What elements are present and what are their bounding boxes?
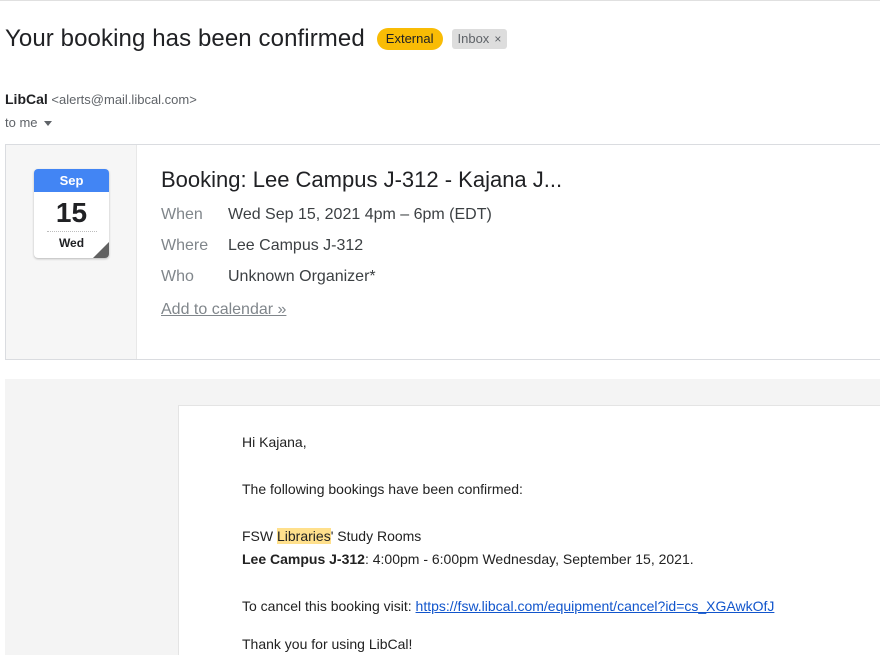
intro-text: The following bookings have been confirm…	[242, 481, 523, 497]
recipient-label: to me	[5, 115, 38, 130]
invite-details: Booking: Lee Campus J-312 - Kajana J... …	[161, 167, 562, 319]
calendar-month: Sep	[34, 169, 109, 192]
room-name: Lee Campus J-312	[242, 551, 365, 567]
detail-value: Wed Sep 15, 2021 4pm – 6pm (EDT)	[228, 206, 492, 223]
calendar-icon: Sep 15 Wed	[34, 169, 109, 258]
page-fold-icon	[93, 242, 109, 258]
invite-title: Booking: Lee Campus J-312 - Kajana J...	[161, 167, 563, 192]
chevron-down-icon[interactable]	[43, 121, 52, 126]
booking-line: Lee Campus J-312: 4:00pm - 6:00pm Wednes…	[242, 548, 774, 571]
calendar-invite-card: Sep 15 Wed Booking: Lee Campus J-312 - K…	[5, 144, 880, 360]
inbox-label-text: Inbox	[457, 31, 490, 46]
detail-key: Where	[161, 237, 209, 254]
detail-value: Lee Campus J-312	[228, 237, 364, 254]
calendar-divider	[46, 231, 97, 232]
cancel-line: To cancel this booking visit: https://fs…	[242, 595, 774, 618]
email-subject: Your booking has been confirmed	[5, 25, 365, 52]
cancel-booking-link[interactable]: https://fsw.libcal.com/equipment/cancel?…	[416, 598, 775, 614]
org-suffix: ' Study Rooms	[330, 528, 422, 544]
sender-email: <alerts@mail.libcal.com>	[51, 92, 197, 107]
detail-key: Who	[161, 268, 194, 285]
email-body-container: Hi Kajana, The following bookings have b…	[5, 379, 880, 655]
detail-row-when: When Wed Sep 15, 2021 4pm – 6pm (EDT)	[161, 206, 562, 224]
detail-row-who: Who Unknown Organizer*	[161, 268, 562, 286]
org-prefix: FSW	[242, 528, 277, 544]
email-body-card: Hi Kajana, The following bookings have b…	[178, 405, 880, 655]
recipient-dropdown[interactable]: to me	[5, 115, 52, 130]
greeting: Hi Kajana,	[242, 434, 307, 450]
sender-name[interactable]: LibCal	[5, 91, 48, 107]
subject-row: Your booking has been confirmed External…	[5, 25, 508, 53]
invite-icon-panel: Sep 15 Wed	[6, 145, 137, 359]
detail-key: When	[161, 206, 203, 223]
closing-text: Thank you for using LibCal!	[242, 636, 413, 652]
email-body-text: Hi Kajana, The following bookings have b…	[242, 431, 774, 655]
external-badge: External	[376, 28, 443, 50]
cancel-prefix: To cancel this booking visit:	[242, 598, 416, 614]
detail-value: Unknown Organizer*	[228, 268, 376, 285]
organization-line: FSW Libraries' Study Rooms	[242, 525, 774, 548]
remove-label-icon[interactable]: ×	[494, 31, 501, 47]
calendar-day: 15	[55, 197, 88, 228]
add-to-calendar-link[interactable]: Add to calendar »	[161, 301, 286, 319]
org-highlight: Libraries	[277, 528, 331, 544]
detail-row-where: Where Lee Campus J-312	[161, 237, 562, 255]
inbox-label[interactable]: Inbox ×	[451, 29, 508, 49]
booking-time: : 4:00pm - 6:00pm Wednesday, September 1…	[364, 551, 694, 567]
top-divider	[0, 0, 880, 1]
sender-row: LibCal <alerts@mail.libcal.com>	[5, 91, 197, 107]
